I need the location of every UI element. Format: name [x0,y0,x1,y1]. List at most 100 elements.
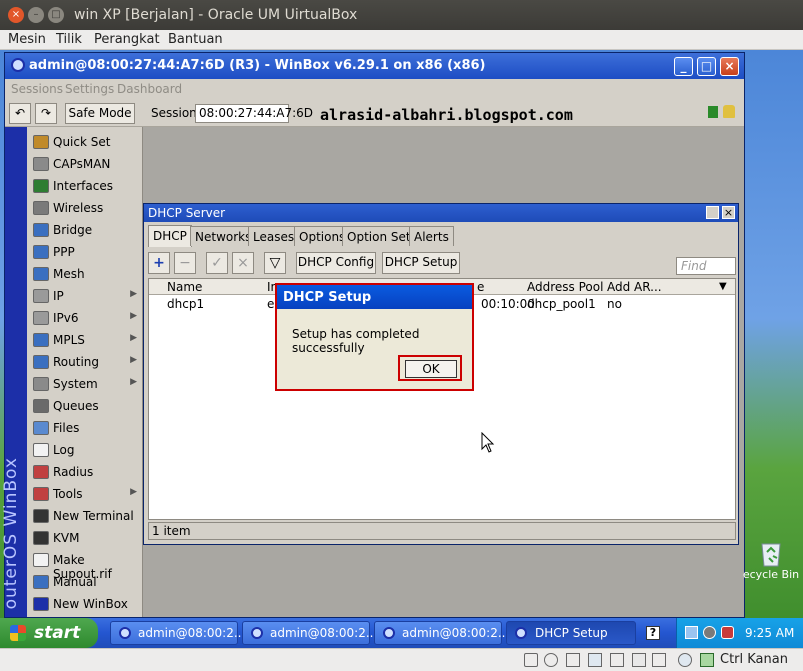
menu-settings[interactable]: Settings [65,82,114,96]
col-address-pool[interactable]: Address Pool [527,280,603,294]
session-label: Session: [151,106,201,120]
shared-folders-icon[interactable] [632,653,646,667]
audio-icon[interactable] [566,653,580,667]
menu-sessions[interactable]: Sessions [11,82,63,96]
menu-bantuan[interactable]: Bantuan [168,32,223,47]
close-icon[interactable]: × [722,206,735,219]
maximize-icon[interactable]: □ [697,57,716,76]
close-icon[interactable]: × [720,57,739,76]
tab-dhcp[interactable]: DHCP [148,225,192,247]
tab-alerts[interactable]: Alerts [409,226,454,246]
task-winbox-3[interactable]: admin@08:00:2... [374,621,509,645]
vbox-additions-icon[interactable] [703,626,716,639]
sidebar-item-mpls[interactable]: MPLS ▶ [27,329,143,351]
network-icon[interactable] [685,626,698,639]
sidebar-item-make-supout-rif[interactable]: Make Supout.rif [27,549,143,581]
dialog-message: Setup has completed successfully [292,327,420,355]
keyboard-capture-icon[interactable] [700,653,714,667]
dhcp-config-button[interactable]: DHCP Config [296,252,376,274]
sidebar-item-ipv6[interactable]: IPv6 ▶ [27,307,143,329]
find-input[interactable]: Find [676,257,736,275]
recycle-bin-icon [761,543,781,567]
task-label: admin@08:00:2... [402,626,510,640]
tab-leases[interactable]: Leases [248,226,300,246]
maximize-icon[interactable] [706,206,719,219]
task-winbox-2[interactable]: admin@08:00:2... [242,621,377,645]
vbox-menubar: Mesin Tilik Perangkat Bantuan [0,30,803,50]
dialog-title: DHCP Setup [283,290,372,305]
start-button[interactable]: start [0,618,98,648]
column-menu-icon[interactable]: ▼ [719,281,727,292]
security-shield-icon[interactable] [721,626,734,639]
session-input[interactable]: 08:00:27:44:A7:6D [195,104,313,123]
network-adapter-icon[interactable] [588,653,602,667]
col-lease-time[interactable]: e [477,280,484,294]
enable-icon[interactable]: ✓ [206,252,228,274]
task-dhcp-setup[interactable]: DHCP Setup [506,621,636,645]
sidebar-item-ip[interactable]: IP ▶ [27,285,143,307]
safe-mode-button[interactable]: Safe Mode [65,103,135,124]
recycle-bin[interactable]: ecycle Bin [742,536,800,592]
taskbar: start admin@08:00:2... admin@08:00:2... … [0,618,803,648]
close-icon[interactable]: × [8,7,24,23]
ok-button[interactable]: OK [405,360,457,378]
menu-dashboard[interactable]: Dashboard [117,82,182,96]
sidebar-item-capsman[interactable]: CAPsMAN [27,153,143,175]
sidebar-item-interfaces[interactable]: Interfaces [27,175,143,197]
winbox-title: admin@08:00:27:44:A7:6D (R3) - WinBox v6… [29,58,486,73]
minimize-icon[interactable]: _ [674,57,693,76]
log-icon [33,443,49,457]
col-name[interactable]: Name [167,280,202,294]
sidebar-item-queues[interactable]: Queues [27,395,143,417]
redo-icon[interactable]: ↷ [35,103,57,124]
kvm-icon [33,531,49,545]
sidebar-item-label: Log [53,443,75,457]
task-winbox-1[interactable]: admin@08:00:2... [110,621,245,645]
task-label: admin@08:00:2... [270,626,378,640]
sidebar-item-ppp[interactable]: PPP [27,241,143,263]
sidebar-item-new-terminal[interactable]: New Terminal [27,505,143,527]
disable-icon[interactable]: × [232,252,254,274]
status-indicator-icon [708,106,718,118]
undo-icon[interactable]: ↶ [9,103,31,124]
sidebar-item-label: Bridge [53,223,93,237]
sidebar-item-kvm[interactable]: KVM [27,527,143,549]
sidebar-item-system[interactable]: System ▶ [27,373,143,395]
sidebar-item-wireless[interactable]: Wireless [27,197,143,219]
minimize-icon[interactable]: – [28,7,44,23]
sidebar-item-radius[interactable]: Radius [27,461,143,483]
tab-networks[interactable]: Networks [190,226,257,246]
menu-tilik[interactable]: Tilik [56,32,82,47]
filter-icon[interactable]: ▽ [264,252,286,274]
sidebar-item-mesh[interactable]: Mesh [27,263,143,285]
system-tray: 9:25 AM [676,618,803,648]
menu-mesin[interactable]: Mesin [8,32,46,47]
bridge-icon [33,223,49,237]
usb-icon[interactable] [610,653,624,667]
files-icon [33,421,49,435]
dhcp-titlebar: DHCP Server × [144,204,738,222]
menu-perangkat[interactable]: Perangkat [94,32,160,47]
capture-icon[interactable] [678,653,692,667]
capsman-icon [33,157,49,171]
dhcp-setup-button[interactable]: DHCP Setup [382,252,460,274]
sidebar-item-manual[interactable]: Manual [27,571,143,593]
sidebar-item-tools[interactable]: Tools ▶ [27,483,143,505]
help-icon[interactable]: ? [646,626,660,640]
sidebar-item-new-winbox[interactable]: New WinBox [27,593,143,615]
maximize-icon[interactable]: □ [48,7,64,23]
sidebar-item-log[interactable]: Log [27,439,143,461]
sidebar-item-label: Interfaces [53,179,113,193]
sidebar-item-quick-set[interactable]: Quick Set [27,131,143,153]
hdd-icon[interactable] [524,653,538,667]
sidebar-item-label: PPP [53,245,75,259]
col-add-arp[interactable]: Add AR... [607,280,662,294]
sidebar-item-routing[interactable]: Routing ▶ [27,351,143,373]
remove-icon[interactable]: − [174,252,196,274]
tools-icon [33,487,49,501]
sidebar-item-files[interactable]: Files [27,417,143,439]
sidebar-item-bridge[interactable]: Bridge [27,219,143,241]
optical-drive-icon[interactable] [544,653,558,667]
add-icon[interactable]: + [148,252,170,274]
display-icon[interactable] [652,653,666,667]
